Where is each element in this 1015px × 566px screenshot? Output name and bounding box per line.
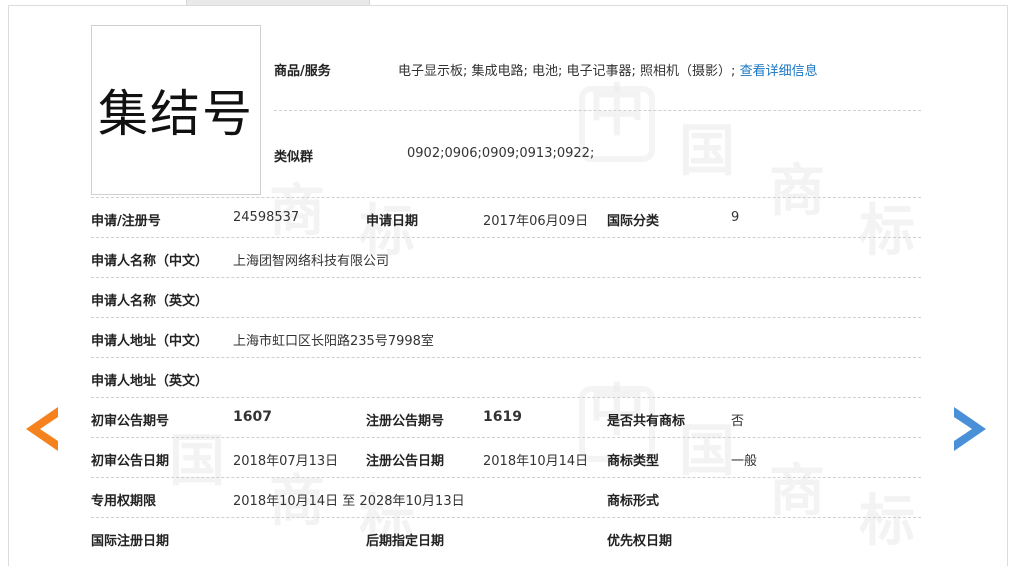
divider xyxy=(91,237,921,238)
prelim-date-value: 2018年07月13日 xyxy=(233,454,339,469)
reg-no-label: 申请/注册号 xyxy=(91,214,161,229)
divider xyxy=(91,357,921,358)
divider xyxy=(91,197,921,198)
applicant-en-label: 申请人名称（英文） xyxy=(91,294,209,309)
goods-label: 商品/服务 xyxy=(274,64,331,79)
similar-group-label: 类似群 xyxy=(274,150,314,165)
similar-group-value: 0902;0906;0909;0913;0922; xyxy=(407,146,595,161)
divider xyxy=(91,437,921,438)
intl-class-value: 9 xyxy=(731,210,740,225)
intl-class-label: 国际分类 xyxy=(607,214,660,229)
exclusive-value: 2018年10月14日 至 2028年10月13日 xyxy=(233,494,465,509)
next-arrow-icon[interactable] xyxy=(952,405,988,453)
divider xyxy=(91,397,921,398)
apply-date-value: 2017年06月09日 xyxy=(483,214,589,229)
divider xyxy=(91,317,921,318)
later-date-label: 后期指定日期 xyxy=(366,534,445,549)
divider xyxy=(91,477,921,478)
prelim-issue-label: 初审公告期号 xyxy=(91,414,170,429)
view-details-link[interactable]: 查看详细信息 xyxy=(740,64,818,79)
tm-form-label: 商标形式 xyxy=(607,494,660,509)
goods-value: 电子显示板; 集成电路; 电池; 电子记事器; 照相机（摄影）; 查看详细信息 xyxy=(398,60,818,79)
watermark-char: 中 xyxy=(589,379,645,444)
reg-issue-value: 1619 xyxy=(483,409,522,425)
address-en-label: 申请人地址（英文） xyxy=(91,374,209,389)
prelim-issue-value: 1607 xyxy=(233,409,272,425)
watermark-char: 国 xyxy=(679,419,735,484)
watermark-char: 商 xyxy=(769,459,825,524)
exclusive-label: 专用权期限 xyxy=(91,494,157,509)
apply-date-label: 申请日期 xyxy=(366,214,419,229)
intl-reg-date-label: 国际注册日期 xyxy=(91,534,170,549)
shared-label: 是否共有商标 xyxy=(607,414,686,429)
trademark-image[interactable]: 集结号 xyxy=(91,25,261,195)
trademark-name: 集结号 xyxy=(98,85,254,143)
reg-no-value: 24598537 xyxy=(233,210,300,225)
tm-type-value: 一般 xyxy=(731,454,758,469)
previous-arrow-icon[interactable] xyxy=(24,405,60,453)
reg-issue-label: 注册公告期号 xyxy=(366,414,445,429)
watermark-char: 商 xyxy=(269,179,325,244)
goods-text: 电子显示板; 集成电路; 电池; 电子记事器; 照相机（摄影）; xyxy=(398,64,736,79)
divider xyxy=(91,517,921,518)
prelim-date-label: 初审公告日期 xyxy=(91,454,170,469)
applicant-cn-label: 申请人名称（中文） xyxy=(91,254,209,269)
address-cn-label: 申请人地址（中文） xyxy=(91,334,209,349)
watermark-char: 商 xyxy=(769,159,825,224)
priority-date-label: 优先权日期 xyxy=(607,534,673,549)
divider xyxy=(91,277,921,278)
applicant-cn-value: 上海团智网络科技有限公司 xyxy=(233,254,390,269)
watermark-char: 国 xyxy=(679,119,735,184)
reg-date-value: 2018年10月14日 xyxy=(483,454,589,469)
divider xyxy=(274,110,921,111)
shared-value: 否 xyxy=(731,414,745,429)
watermark-char: 国 xyxy=(169,429,225,494)
reg-date-label: 注册公告日期 xyxy=(366,454,445,469)
address-cn-value: 上海市虹口区长阳路235号7998室 xyxy=(233,334,434,349)
tm-type-label: 商标类型 xyxy=(607,454,660,469)
watermark-char: 标 xyxy=(859,199,915,264)
